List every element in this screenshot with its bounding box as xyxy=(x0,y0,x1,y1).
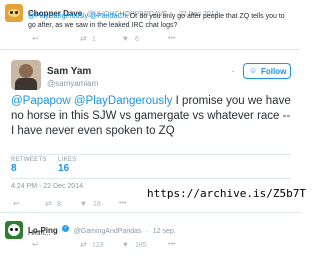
tweet-text: @Papapow @PlayDangerously I promise you … xyxy=(11,94,296,139)
tweet-text: @PlayDangerously @PandaChi Or do you onl… xyxy=(28,12,294,30)
follow-label: Follow xyxy=(261,67,287,76)
like-count: 16 xyxy=(93,201,101,208)
likes-count: 16 xyxy=(58,163,70,174)
chevron-down-icon[interactable]: ⌄ xyxy=(230,66,236,74)
like-count: 185 xyxy=(135,242,147,249)
more-icon[interactable]: ••• xyxy=(168,241,175,248)
reply-tweet-lo-ping[interactable]: Lo-Ping ✓ @GamingAndPandas · 12 sep. Hmm… xyxy=(0,213,300,280)
reply-tweet-chopper-dave[interactable]: Chopper Dave @UHOHCHOPPERDAVE · 22 Dec 2… xyxy=(0,0,300,48)
retweets-stat[interactable]: RETWEETS 8 xyxy=(11,157,47,174)
tweet-timestamp[interactable]: 4:24 PM - 22 Dec 2014 xyxy=(11,183,83,190)
reply-icon[interactable]: ↩ xyxy=(32,241,39,249)
reply-icon[interactable]: ↩ xyxy=(13,200,20,208)
retweet-icon[interactable]: ⇄ xyxy=(45,200,52,208)
verified-badge-icon: ✓ xyxy=(62,225,70,233)
divider xyxy=(11,178,291,179)
mention-link[interactable]: @Papapow xyxy=(11,95,71,107)
mention-link[interactable]: @PlayDangerously xyxy=(74,95,173,107)
avatar[interactable] xyxy=(5,221,23,239)
tweet-body: Hmm... xyxy=(28,230,51,237)
more-icon[interactable]: ••• xyxy=(168,35,175,42)
heart-icon[interactable]: ♥ xyxy=(81,200,86,208)
reply-icon[interactable]: ↩ xyxy=(32,35,39,43)
retweets-count: 8 xyxy=(11,163,17,174)
follow-button[interactable]: ☺ Follow xyxy=(243,63,291,79)
mention-link[interactable]: @PandaChi xyxy=(90,13,128,20)
retweet-icon[interactable]: ⇄ xyxy=(80,241,87,249)
separator: · xyxy=(145,228,149,235)
more-icon[interactable]: ••• xyxy=(119,200,126,207)
heart-icon[interactable]: ♥ xyxy=(123,241,128,249)
like-count: 6 xyxy=(135,36,139,43)
divider xyxy=(11,154,291,155)
follow-person-icon: ☺ xyxy=(249,66,258,75)
tweet-date[interactable]: 12 sep. xyxy=(153,228,176,235)
archive-url: https://archive.is/Z5b7T xyxy=(147,187,306,200)
username[interactable]: @samyamiam xyxy=(47,79,98,88)
avatar[interactable] xyxy=(11,60,41,90)
avatar[interactable] xyxy=(5,4,23,22)
likes-stat[interactable]: LIKES 16 xyxy=(58,157,77,174)
username[interactable]: @GamingAndPandas xyxy=(74,228,142,235)
retweet-icon[interactable]: ⇄ xyxy=(80,35,87,43)
retweet-count: 123 xyxy=(92,242,104,249)
mention-link[interactable]: @PlayDangerously xyxy=(28,13,88,20)
heart-icon[interactable]: ♥ xyxy=(123,35,128,43)
retweet-count: 8 xyxy=(57,201,61,208)
retweet-count: 1 xyxy=(92,36,96,43)
